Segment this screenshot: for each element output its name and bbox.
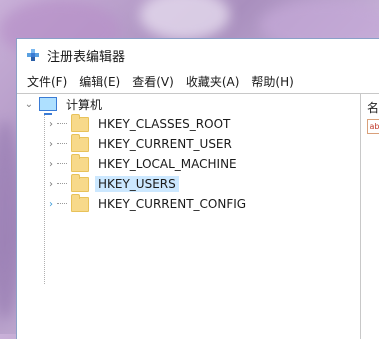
folder-icon <box>71 193 89 212</box>
tree-node-hkey-current-user[interactable]: › HKEY_CURRENT_USER <box>45 133 235 154</box>
menu-bar: 文件(F) 编辑(E) 查看(V) 收藏夹(A) 帮助(H) <box>17 71 379 93</box>
tree-node-hkey-local-machine[interactable]: › HKEY_LOCAL_MACHINE <box>45 153 240 174</box>
tree-dots <box>57 122 67 124</box>
menu-file[interactable]: 文件(F) <box>21 71 73 93</box>
chevron-right-icon[interactable]: › <box>45 139 57 150</box>
chevron-right-icon[interactable]: › <box>45 119 57 130</box>
string-value-icon: ab <box>367 119 379 134</box>
tree-node-label: HKEY_CURRENT_CONFIG <box>98 197 247 211</box>
tree-dots <box>57 182 67 184</box>
computer-icon <box>39 97 57 115</box>
window-title: 注册表编辑器 <box>47 49 126 65</box>
tree-node-label: HKEY_CURRENT_USER <box>98 137 232 151</box>
tree-node-computer[interactable]: ⌄ 计算机 <box>23 94 105 115</box>
tree-node-label: HKEY_USERS <box>95 176 179 192</box>
chevron-down-icon[interactable]: ⌄ <box>23 99 35 110</box>
column-header-name[interactable]: 名 <box>367 99 379 116</box>
tree-dots <box>57 142 67 144</box>
tree-node-hkey-current-config[interactable]: › HKEY_CURRENT_CONFIG <box>45 193 249 214</box>
tree-node-label: HKEY_CLASSES_ROOT <box>98 117 231 131</box>
tree-node-label: HKEY_LOCAL_MACHINE <box>98 157 237 171</box>
regedit-icon <box>25 47 41 63</box>
folder-icon <box>71 173 89 192</box>
title-bar[interactable]: 注册表编辑器 <box>17 39 379 71</box>
tree-dots <box>57 162 67 164</box>
values-pane[interactable]: 名 ab <box>361 94 379 339</box>
editor-body: ⌄ 计算机 › HKEY_CLASSES_ROOT › HKEY_CURRENT… <box>17 93 379 339</box>
menu-help[interactable]: 帮助(H) <box>245 71 299 93</box>
tree-node-hkey-users[interactable]: › HKEY_USERS <box>45 173 179 194</box>
tree-dots <box>57 202 67 204</box>
folder-icon <box>71 113 89 132</box>
registry-tree[interactable]: ⌄ 计算机 › HKEY_CLASSES_ROOT › HKEY_CURRENT… <box>17 94 361 339</box>
chevron-right-icon[interactable]: › <box>45 199 57 210</box>
chevron-right-icon[interactable]: › <box>45 159 57 170</box>
tree-node-label: 计算机 <box>66 97 103 112</box>
tree-node-hkey-classes-root[interactable]: › HKEY_CLASSES_ROOT <box>45 113 233 134</box>
chevron-right-icon[interactable]: › <box>45 179 57 190</box>
folder-icon <box>71 153 89 172</box>
menu-edit[interactable]: 编辑(E) <box>73 71 126 93</box>
folder-icon <box>71 133 89 152</box>
menu-favorites[interactable]: 收藏夹(A) <box>180 71 246 93</box>
regedit-window: 注册表编辑器 文件(F) 编辑(E) 查看(V) 收藏夹(A) 帮助(H) ⌄ … <box>16 38 379 339</box>
menu-view[interactable]: 查看(V) <box>126 71 180 93</box>
